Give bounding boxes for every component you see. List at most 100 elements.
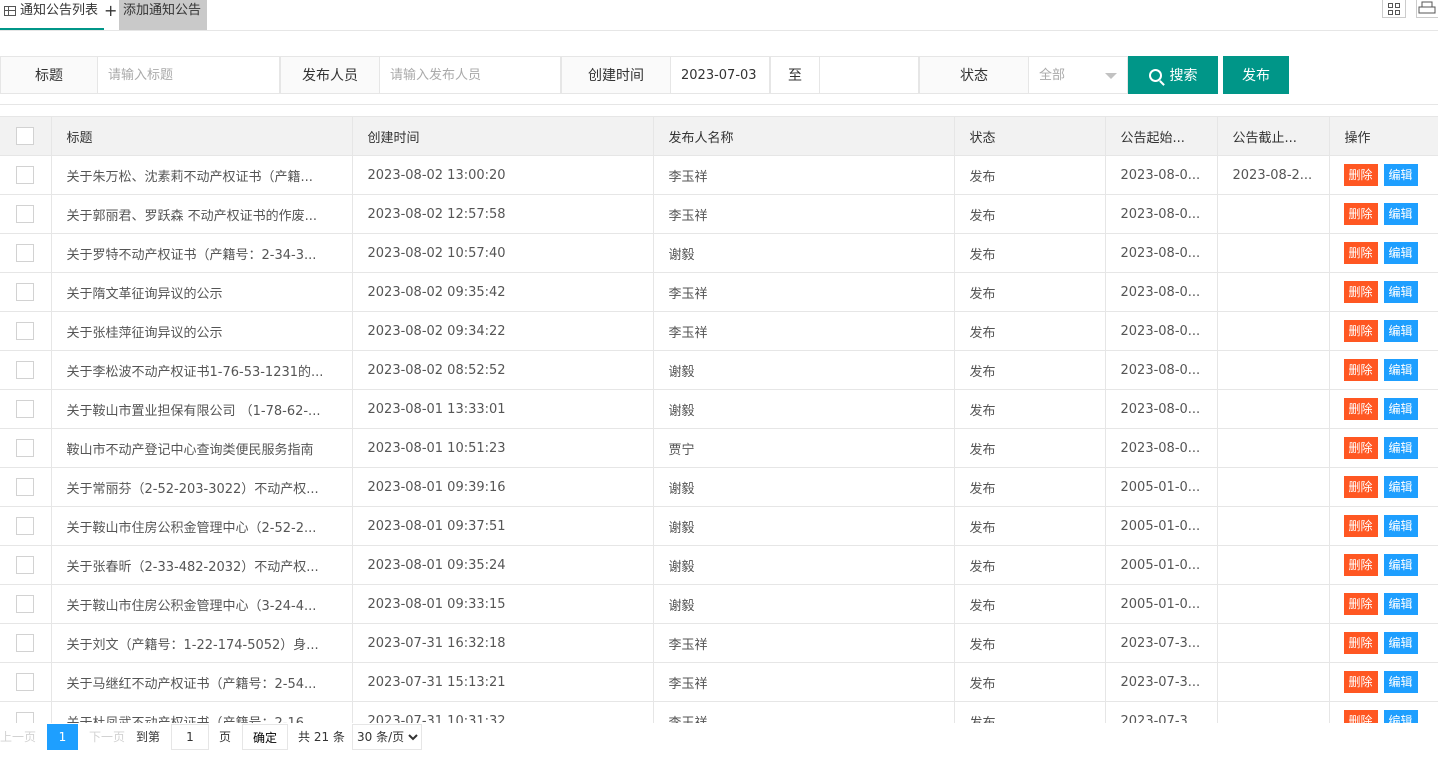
delete-button[interactable]: 删除	[1343, 437, 1378, 459]
page-1[interactable]: 1	[47, 724, 78, 750]
table-row: 关于刘文（产籍号：1-22-174-5052）身... 2023-07-31 16…	[0, 623, 1438, 663]
delete-button[interactable]: 删除	[1343, 398, 1378, 420]
cell-actions: 删除 编辑	[1329, 623, 1438, 663]
edit-button[interactable]: 编辑	[1383, 554, 1418, 576]
search-bar: 标题 发布人员 创建时间 至 状态 全部 搜索 发布	[0, 56, 1438, 94]
delete-button[interactable]: 删除	[1343, 593, 1378, 615]
title-input[interactable]	[97, 56, 280, 94]
delete-button[interactable]: 删除	[1343, 515, 1378, 537]
cell-end	[1217, 545, 1330, 585]
edit-button[interactable]: 编辑	[1383, 398, 1418, 420]
page-jump-input[interactable]	[171, 724, 209, 750]
cell-status: 发布	[954, 467, 1106, 507]
edit-button[interactable]: 编辑	[1383, 710, 1418, 723]
cell-end	[1217, 467, 1330, 507]
tab-notice-list[interactable]: 通知公告列表	[0, 0, 104, 30]
edit-button[interactable]: 编辑	[1383, 281, 1418, 303]
cell-actions: 删除 编辑	[1329, 272, 1438, 312]
row-checkbox[interactable]	[16, 517, 35, 535]
row-checkbox[interactable]	[16, 205, 35, 223]
col-status[interactable]: 状态	[954, 116, 1106, 156]
delete-button[interactable]: 删除	[1343, 671, 1378, 693]
edit-button[interactable]: 编辑	[1383, 593, 1418, 615]
edit-button[interactable]: 编辑	[1383, 671, 1418, 693]
row-checkbox[interactable]	[16, 478, 35, 496]
next-page[interactable]: 下一页	[89, 724, 125, 750]
delete-button[interactable]: 删除	[1343, 242, 1378, 264]
row-checkbox[interactable]	[16, 322, 35, 340]
grid-view-button[interactable]	[1382, 0, 1406, 18]
print-button[interactable]	[1416, 0, 1438, 18]
col-end[interactable]: 公告截止...	[1217, 116, 1330, 156]
notice-table: 标题 创建时间 发布人名称 状态 公告起始... 公告截止... 操作 关于朱万…	[0, 116, 1438, 723]
delete-button[interactable]: 删除	[1343, 320, 1378, 342]
edit-button[interactable]: 编辑	[1383, 515, 1418, 537]
prev-page[interactable]: 上一页	[0, 724, 36, 750]
table-row: 关于郭丽君、罗跃森 不动产权证书的作废... 2023-08-02 12:57:5…	[0, 194, 1438, 234]
tab-add-notice-label: 添加通知公告	[123, 3, 202, 18]
delete-button[interactable]: 删除	[1343, 710, 1378, 723]
cell-actions: 删除 编辑	[1329, 194, 1438, 234]
publisher-input[interactable]	[379, 56, 561, 94]
row-checkbox[interactable]	[16, 361, 35, 379]
cell-start: 2023-08-0...	[1105, 350, 1218, 390]
cell-publisher: 贾宁	[653, 428, 955, 468]
cell-title: 关于刘文（产籍号：1-22-174-5052）身...	[51, 623, 353, 663]
delete-button[interactable]: 删除	[1343, 554, 1378, 576]
col-publisher[interactable]: 发布人名称	[653, 116, 955, 156]
cell-created: 2023-08-01 13:33:01	[352, 389, 654, 429]
row-select-cell	[0, 233, 52, 273]
search-button[interactable]: 搜索	[1128, 56, 1218, 94]
edit-button[interactable]: 编辑	[1383, 320, 1418, 342]
delete-button[interactable]: 删除	[1343, 632, 1378, 654]
cell-end	[1217, 194, 1330, 234]
row-checkbox[interactable]	[16, 244, 35, 262]
row-checkbox[interactable]	[16, 439, 35, 457]
col-title[interactable]: 标题	[51, 116, 353, 156]
row-checkbox[interactable]	[16, 712, 35, 723]
created-from-input[interactable]	[670, 56, 770, 94]
row-checkbox[interactable]	[16, 673, 35, 691]
delete-button[interactable]: 删除	[1343, 164, 1378, 186]
page-size-select[interactable]: 30 条/页	[352, 724, 422, 750]
table-icon	[4, 6, 16, 16]
created-to-input[interactable]	[819, 56, 919, 94]
row-checkbox[interactable]	[16, 283, 35, 301]
delete-button[interactable]: 删除	[1343, 359, 1378, 381]
edit-button[interactable]: 编辑	[1383, 203, 1418, 225]
edit-button[interactable]: 编辑	[1383, 242, 1418, 264]
edit-button[interactable]: 编辑	[1383, 632, 1418, 654]
edit-button[interactable]: 编辑	[1383, 164, 1418, 186]
col-start[interactable]: 公告起始...	[1105, 116, 1218, 156]
cell-actions: 删除 编辑	[1329, 428, 1438, 468]
col-actions: 操作	[1329, 116, 1438, 156]
grid-icon-cell	[1388, 10, 1393, 15]
status-label: 状态	[919, 56, 1029, 94]
row-select-cell	[0, 662, 52, 702]
edit-button[interactable]: 编辑	[1383, 437, 1418, 459]
edit-button[interactable]: 编辑	[1383, 476, 1418, 498]
col-created[interactable]: 创建时间	[352, 116, 654, 156]
status-select[interactable]: 全部	[1028, 56, 1128, 94]
delete-button[interactable]: 删除	[1343, 281, 1378, 303]
cell-publisher: 李玉祥	[653, 623, 955, 663]
cell-start: 2023-07-3...	[1105, 662, 1218, 702]
row-checkbox[interactable]	[16, 166, 35, 184]
row-checkbox[interactable]	[16, 400, 35, 418]
delete-button[interactable]: 删除	[1343, 203, 1378, 225]
cell-created: 2023-08-02 09:35:42	[352, 272, 654, 312]
table-row: 鞍山市不动产登记中心查询类便民服务指南 2023-08-01 10:51:23 贾宁…	[0, 428, 1438, 468]
row-select-cell	[0, 194, 52, 234]
jump-confirm-button[interactable]: 确定	[242, 724, 289, 750]
cell-end	[1217, 701, 1330, 723]
tab-add-notice[interactable]: 添加通知公告	[119, 0, 207, 30]
select-all-cell	[0, 116, 52, 156]
select-all-checkbox[interactable]	[16, 127, 35, 145]
publish-button[interactable]: 发布	[1223, 56, 1289, 94]
edit-button[interactable]: 编辑	[1383, 359, 1418, 381]
row-checkbox[interactable]	[16, 595, 35, 613]
row-checkbox[interactable]	[16, 634, 35, 652]
row-checkbox[interactable]	[16, 556, 35, 574]
delete-button[interactable]: 删除	[1343, 476, 1378, 498]
row-select-cell	[0, 623, 52, 663]
